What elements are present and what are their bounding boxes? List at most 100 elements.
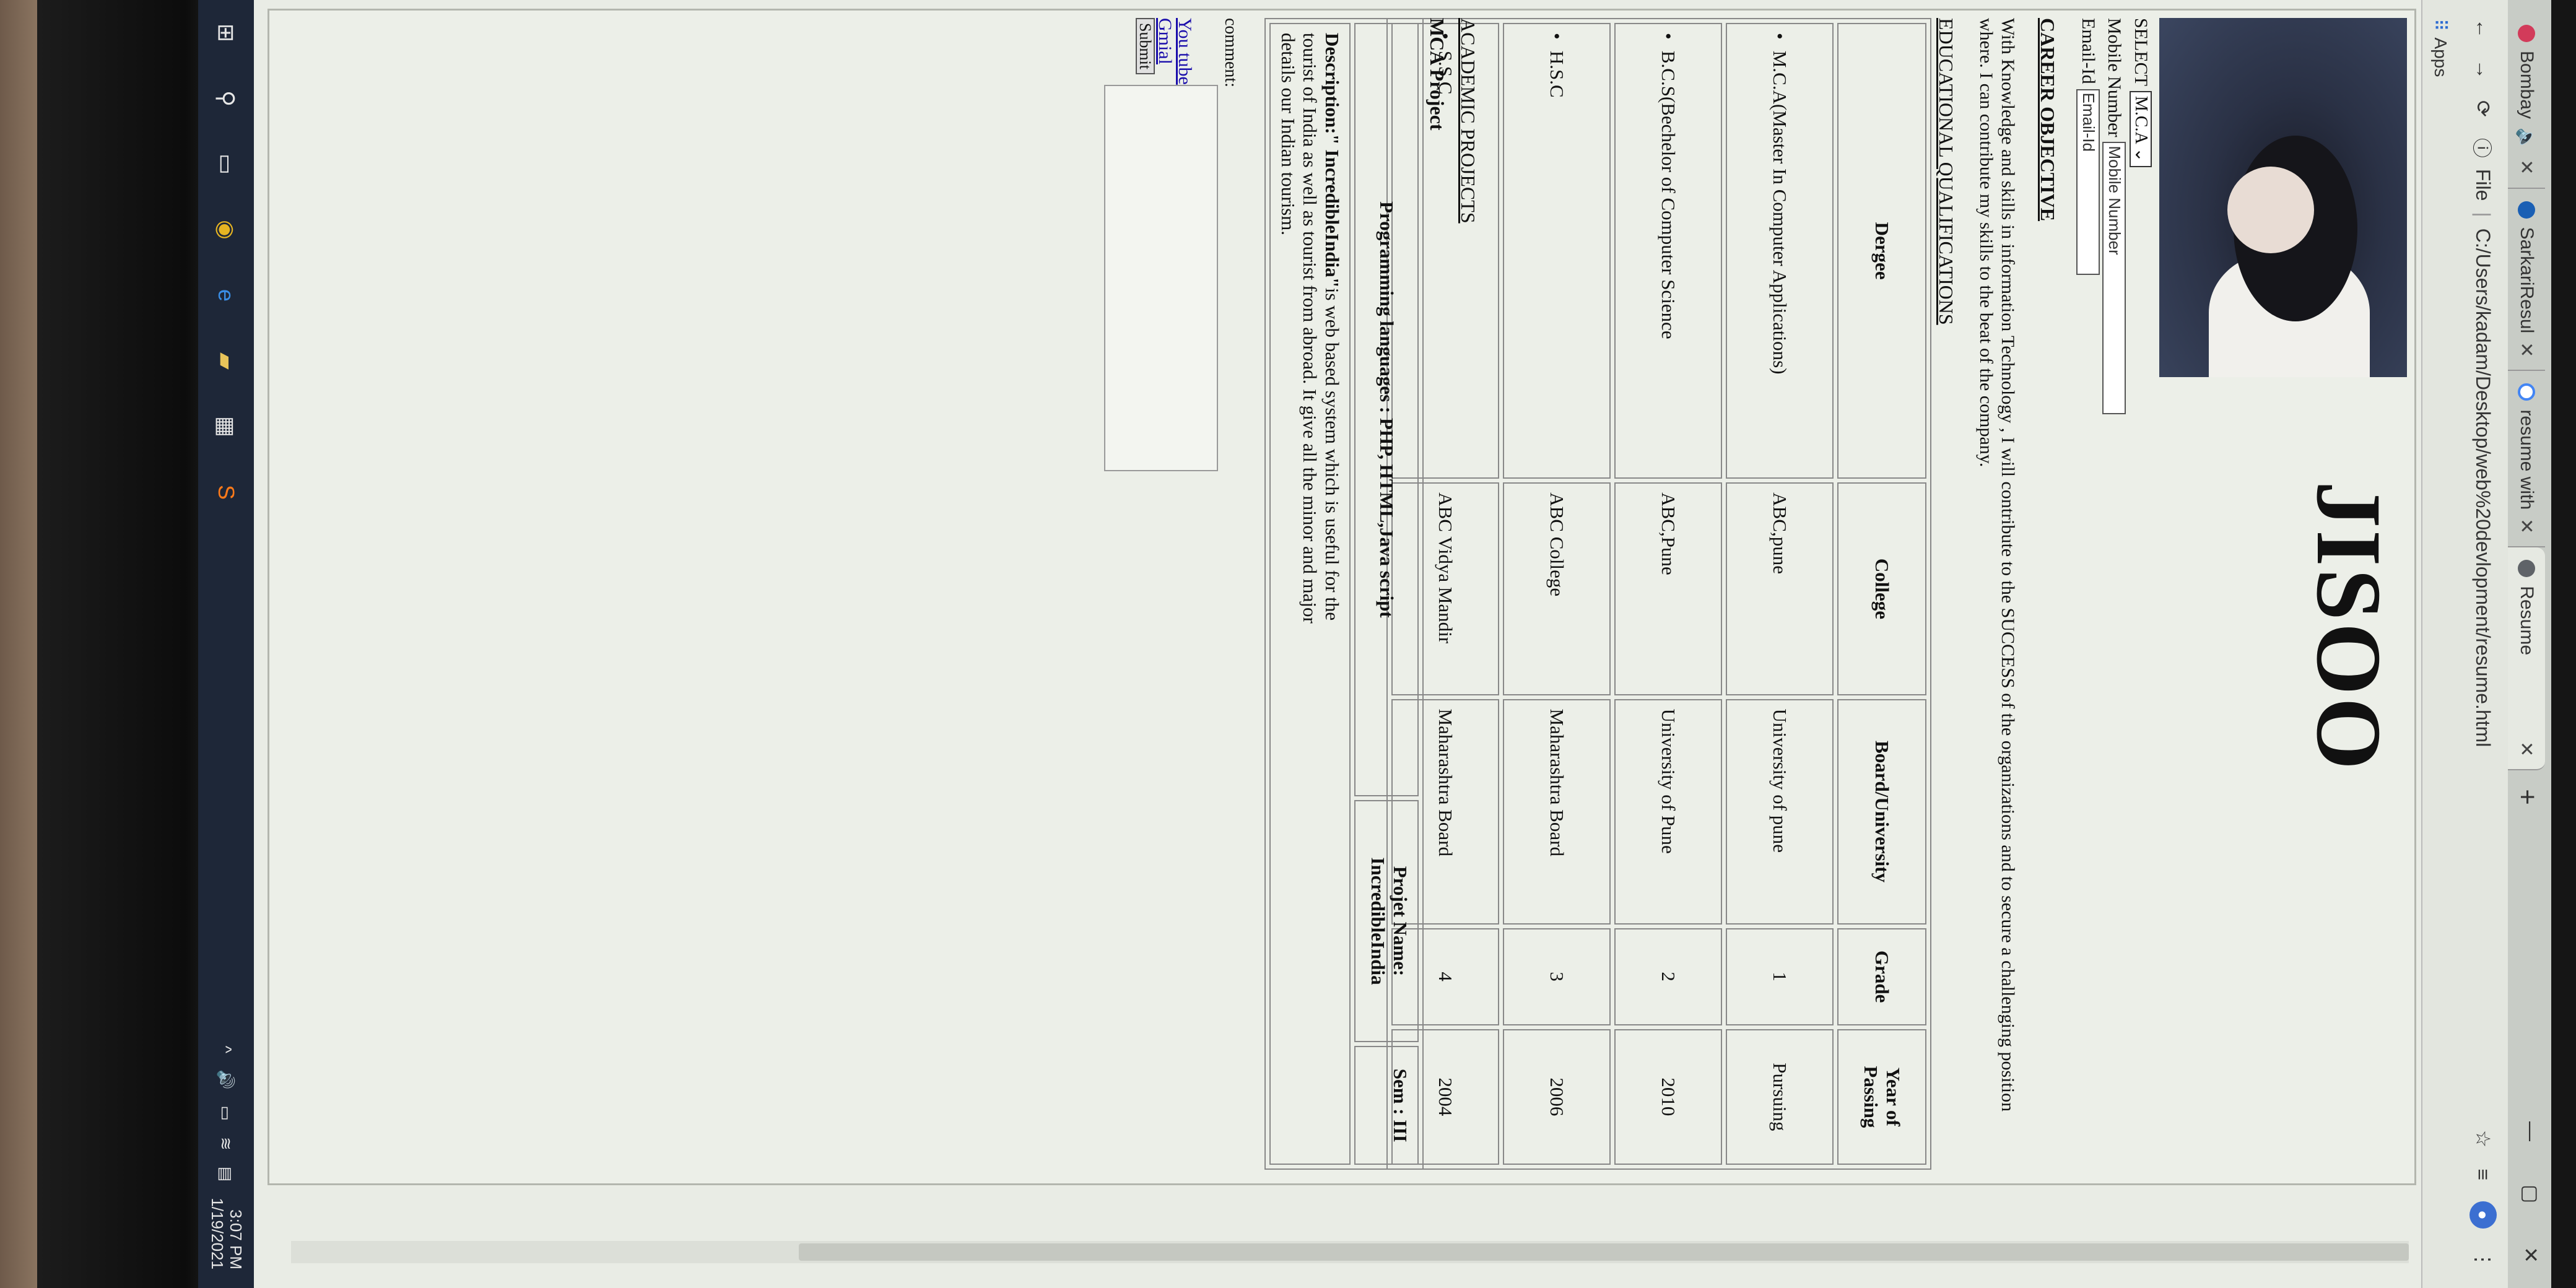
task-view-icon[interactable]: ▭: [212, 150, 240, 178]
mobile-number-field[interactable]: Mobile Number: [2102, 142, 2126, 415]
url-scheme-label: File: [2472, 168, 2495, 201]
year-cell: 2006: [1503, 1029, 1611, 1165]
clock-time: 3:07 PM: [226, 1209, 245, 1269]
notification-icon[interactable]: ▤: [217, 1167, 236, 1182]
project-table: Programming languages : PHP, HTML,Java s…: [1264, 18, 1424, 1170]
board-cell: Maharashtra Board: [1503, 698, 1611, 925]
email-label: Email-Id: [2078, 18, 2099, 84]
globe-icon: [2518, 560, 2535, 578]
resume-name: JISOO: [2297, 481, 2400, 773]
description-label: Description:" IncredibleIndia": [1321, 33, 1343, 288]
tab-resume-with[interactable]: resume with ✕: [2508, 371, 2545, 548]
degree-select[interactable]: M.C.A ⌄: [2129, 91, 2152, 167]
year-cell: Pursuing: [1726, 1029, 1834, 1165]
windows-start-icon[interactable]: ⊞: [212, 19, 240, 47]
academic-projects-heading: ACADEMIC PROJECTS: [1457, 18, 1479, 224]
search-icon[interactable]: ⚲: [212, 84, 240, 113]
sublime-icon[interactable]: S: [212, 478, 240, 507]
grade-cell: 1: [1726, 928, 1834, 1025]
scrollbar-thumb[interactable]: [799, 1243, 2409, 1261]
back-icon[interactable]: ←: [2472, 19, 2495, 38]
languages-cell: Programming languages : PHP, HTML,Java s…: [1354, 23, 1419, 796]
reload-icon[interactable]: ⟳: [2471, 100, 2495, 117]
bookmarks-bar: ⠿ Apps: [2421, 0, 2458, 1288]
table-row: B.C.S(Bechelor of Computer Science ABC,P…: [1614, 23, 1722, 1165]
education-heading: EDUCATIONAL QUALIFICATIONS: [1935, 18, 1957, 325]
gmail-link[interactable]: Gmial: [1155, 18, 1176, 85]
grade-cell: 3: [1503, 928, 1611, 1025]
board-cell: University of pune: [1726, 698, 1834, 925]
star-icon[interactable]: ☆: [2471, 1130, 2495, 1148]
close-icon[interactable]: ✕: [2516, 342, 2538, 357]
battery-icon[interactable]: ▭: [217, 1105, 236, 1121]
speaker-icon: 🔈: [2516, 128, 2537, 151]
table-row: M.C.A(Master In Computer Applications) A…: [1726, 23, 1834, 1165]
apps-grid-icon[interactable]: ⠿: [2430, 19, 2451, 29]
volume-icon[interactable]: 🔊: [217, 1069, 236, 1089]
clock[interactable]: 3:07 PM 1/19/2021: [207, 1198, 245, 1269]
resume-page: JISOO SELECT M.C.A ⌄ Mobile Number Mobil…: [268, 9, 2416, 1185]
submit-button[interactable]: Submit: [1135, 18, 1155, 75]
profile-photo: [2159, 18, 2407, 377]
tab-sarkariresult[interactable]: SarkariResul ✕: [2508, 188, 2545, 372]
college-cell: ABC,pune: [1726, 482, 1834, 695]
email-field[interactable]: Email-Id: [2076, 89, 2100, 275]
close-icon[interactable]: ✕: [2516, 518, 2538, 534]
info-icon[interactable]: ⓘ: [2469, 138, 2497, 158]
maximize-icon[interactable]: ▢: [2519, 1185, 2543, 1203]
tab-strip: Bombay 🔈 ✕ SarkariResul ✕ resume with ✕ …: [2508, 0, 2551, 1288]
column-header: Grade: [1837, 928, 1926, 1025]
college-cell: ABC College: [1503, 482, 1611, 695]
menu-icon[interactable]: ⋮: [2471, 1250, 2495, 1269]
tab-title: SarkariResul: [2517, 227, 2537, 334]
tab-resume[interactable]: Resume ✕: [2508, 547, 2545, 771]
close-window-icon[interactable]: ✕: [2519, 1247, 2543, 1263]
comment-textarea[interactable]: [1104, 85, 1218, 471]
chevron-down-icon: ⌄: [2131, 147, 2151, 162]
mobile-row: Mobile Number Mobile Number: [2102, 18, 2126, 415]
table-row: H.S.C ABC College Maharashtra Board 3 20…: [1503, 23, 1611, 1165]
footer-links: You tube Gmial Submit: [1135, 18, 1195, 85]
url-text: C:/Users/kadam/Desktop/web%20devlopment/…: [2472, 228, 2495, 747]
store-icon[interactable]: ▦: [212, 412, 240, 441]
chrome-icon[interactable]: ◉: [212, 215, 240, 244]
edge-icon[interactable]: e: [212, 281, 240, 310]
clock-date: 1/19/2021: [208, 1198, 227, 1269]
career-objective-heading: CAREER OBJECTIVE: [2037, 18, 2059, 222]
table-header-row: Dergee College Board/University Grade Ye…: [1837, 23, 1926, 1165]
rotated-desktop: Bombay 🔈 ✕ SarkariResul ✕ resume with ✕ …: [198, 0, 2551, 1288]
profile-avatar[interactable]: ●: [2469, 1201, 2497, 1229]
photo-face: [2227, 167, 2314, 253]
youtube-link[interactable]: You tube: [1175, 18, 1195, 85]
select-row: SELECT M.C.A ⌄: [2129, 18, 2152, 167]
favicon: [2518, 25, 2535, 42]
reading-list-icon[interactable]: ≡: [2472, 1168, 2495, 1180]
window-controls: — ▢ ✕: [2519, 1121, 2543, 1263]
close-icon[interactable]: ✕: [2516, 159, 2538, 175]
bookmark-apps[interactable]: Apps: [2430, 38, 2450, 77]
new-tab-button[interactable]: +: [2512, 789, 2543, 805]
monitor-screen: Bombay 🔈 ✕ SarkariResul ✕ resume with ✕ …: [198, 0, 2551, 1288]
tab-bombay[interactable]: Bombay 🔈 ✕: [2508, 12, 2545, 189]
vertical-scrollbar[interactable]: [291, 1241, 2409, 1263]
degree-cell: B.C.S(Bechelor of Computer Science: [1614, 23, 1722, 479]
comment-label: comment:: [1221, 18, 1240, 87]
forward-icon[interactable]: →: [2472, 59, 2495, 79]
column-header: Dergee: [1837, 23, 1926, 479]
column-header: College: [1837, 482, 1926, 695]
close-icon[interactable]: ✕: [2516, 741, 2538, 757]
board-cell: University of Pune: [1614, 698, 1722, 925]
taskbar: ⊞ ⚲ ▭ ◉ e ▰ ▦ S ^ 🔊 ▭ ≋ ▤ 3:07 PM 1/19/2…: [198, 0, 254, 1288]
year-cell: 2010: [1614, 1029, 1722, 1165]
column-header: Board/University: [1837, 698, 1926, 925]
minimize-icon[interactable]: —: [2519, 1121, 2543, 1141]
url-field[interactable]: ⓘ File | C:/Users/kadam/Desktop/web%20de…: [2469, 138, 2497, 1109]
chevron-up-icon[interactable]: ^: [217, 1046, 236, 1053]
favicon: [2518, 201, 2535, 219]
column-header: Year of Passing: [1837, 1029, 1926, 1165]
degree-cell: H.S.C: [1503, 23, 1611, 479]
tab-label-group: Resume: [2516, 560, 2537, 655]
file-explorer-icon[interactable]: ▰: [212, 347, 240, 375]
degree-cell: M.C.A(Master In Computer Applications): [1726, 23, 1834, 479]
wifi-icon[interactable]: ≋: [217, 1137, 236, 1151]
